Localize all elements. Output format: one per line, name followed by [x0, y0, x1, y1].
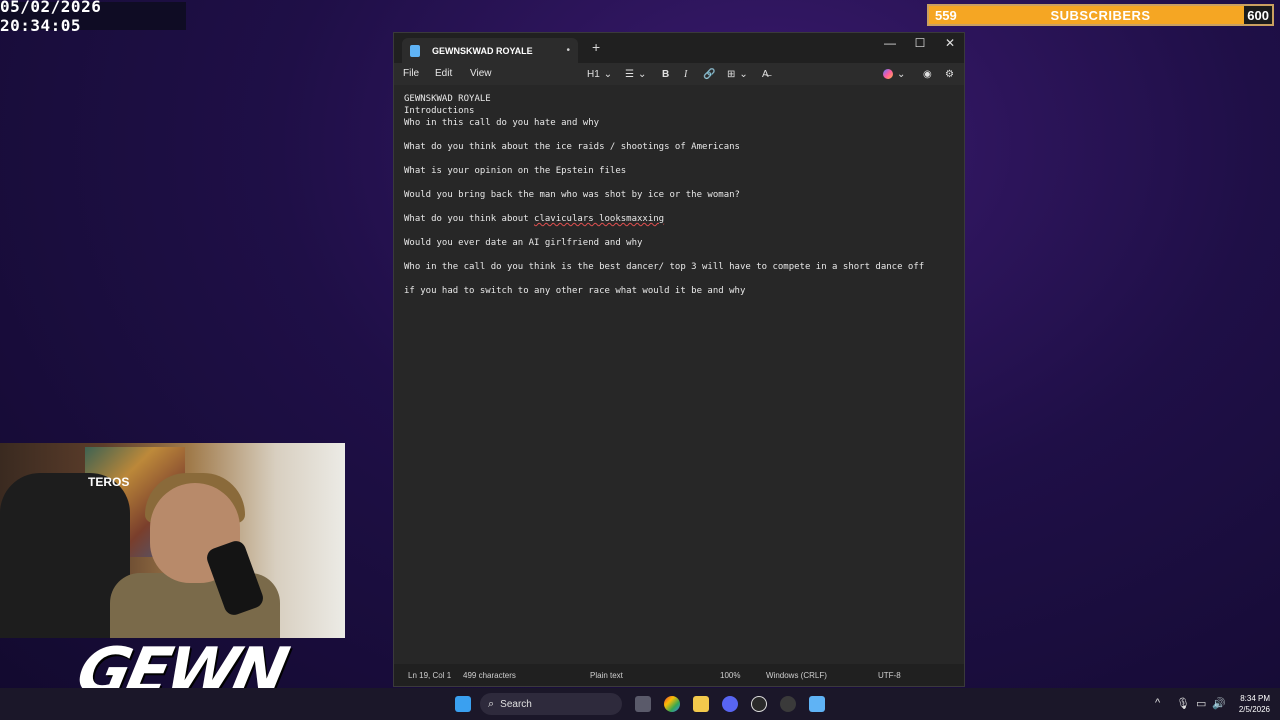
zoom-level[interactable]: 100% [720, 671, 740, 680]
editor-line: Who in this call do you hate and why [404, 118, 600, 128]
file-explorer-icon[interactable] [693, 696, 709, 712]
chevron-down-icon: ⌄ [603, 68, 613, 80]
stream-clock-overlay: 05/02/2026 20:34:05 [0, 0, 186, 35]
new-tab-button[interactable]: + [592, 39, 600, 55]
editor-line: if you had to switch to any other race w… [404, 286, 746, 296]
taskbar: ⌕ Search ^ 🎙 ▭ 🔊 8:34 PM 2/5/2026 [0, 688, 1280, 720]
editor-line: Would you bring back the man who was sho… [404, 190, 740, 200]
system-clock[interactable]: 8:34 PM 2/5/2026 [1239, 693, 1270, 715]
chevron-down-icon: ⌄ [637, 68, 647, 80]
menu-edit[interactable]: Edit [435, 68, 452, 79]
app-icon[interactable] [780, 696, 796, 712]
task-view-icon[interactable] [635, 696, 651, 712]
copilot-dropdown[interactable]: ⌄ [883, 66, 905, 82]
taskbar-search[interactable]: ⌕ Search [480, 693, 622, 715]
chair-logo: TEROS [88, 475, 130, 489]
microphone-icon[interactable]: 🎙 [1176, 697, 1190, 710]
italic-button[interactable]: I [684, 66, 687, 82]
editor-line: Would you ever date an AI girlfriend and… [404, 238, 643, 248]
discord-icon[interactable] [722, 696, 738, 712]
line-ending[interactable]: Windows (CRLF) [766, 671, 827, 680]
unsaved-indicator: • [566, 45, 570, 56]
status-bar: Ln 19, Col 1 499 characters Plain text 1… [394, 664, 964, 686]
editor-line: Introductions [404, 106, 475, 116]
heading-label: H1 [587, 68, 600, 80]
copilot-icon [883, 69, 893, 79]
subscriber-count: 559 [935, 7, 957, 23]
title-bar: GEWNSKWAD ROYALE • + — ☐ ✕ [394, 33, 964, 63]
encoding[interactable]: UTF-8 [878, 671, 901, 680]
text-editor[interactable]: GEWNSKWAD ROYALE Introductions Who in th… [404, 93, 954, 297]
subscriber-goal: 600 [1244, 6, 1272, 24]
editor-line: Who in the call do you think is the best… [404, 262, 925, 272]
tab-document[interactable]: GEWNSKWAD ROYALE • [402, 38, 578, 63]
system-time: 8:34 PM [1240, 694, 1270, 703]
character-count: 499 characters [463, 671, 516, 680]
tray-chevron-icon[interactable]: ^ [1155, 697, 1160, 709]
maximize-button[interactable]: ☐ [905, 33, 935, 53]
chrome-icon[interactable] [664, 696, 680, 712]
settings-gear-icon[interactable]: ⚙ [945, 66, 954, 82]
editor-line-prefix: What do you think about [404, 214, 535, 224]
editor-line: What do you think about the ice raids / … [404, 142, 740, 152]
webcam-feed: TEROS [0, 443, 345, 638]
menu-view[interactable]: View [470, 68, 492, 79]
editor-line: GEWNSKWAD ROYALE [404, 94, 491, 104]
misspelled-text: claviculars looksmaxxing [534, 214, 665, 224]
list-icon: ☰ [625, 68, 634, 80]
display-icon[interactable]: ▭ [1196, 697, 1206, 710]
notepad-icon [410, 44, 420, 57]
tab-title: GEWNSKWAD ROYALE [432, 45, 533, 56]
link-icon[interactable]: 🔗 [703, 66, 715, 82]
clock-app-icon[interactable] [751, 696, 767, 712]
close-button[interactable]: ✕ [935, 33, 965, 53]
notepad-window: GEWNSKWAD ROYALE • + — ☐ ✕ File Edit Vie… [393, 32, 965, 687]
notepad-taskbar-icon[interactable] [809, 696, 825, 712]
table-icon: ⊞ [727, 68, 736, 80]
volume-icon[interactable]: 🔊 [1212, 697, 1226, 710]
table-dropdown[interactable]: ⊞ ⌄ [727, 66, 748, 82]
chevron-down-icon: ⌄ [897, 68, 906, 80]
list-dropdown[interactable]: ☰ ⌄ [625, 66, 646, 82]
bold-button[interactable]: B [662, 66, 669, 82]
chevron-down-icon: ⌄ [739, 68, 748, 80]
search-label: Search [500, 698, 532, 710]
minimize-button[interactable]: — [875, 33, 905, 53]
subscriber-goal-bar: 559 SUBSCRIBERS 600 [927, 4, 1274, 26]
windows-start-icon[interactable] [455, 696, 471, 712]
heading-dropdown[interactable]: H1 ⌄ [587, 66, 612, 82]
search-icon: ⌕ [488, 697, 495, 710]
system-date: 2/5/2026 [1238, 705, 1270, 714]
format-status[interactable]: Plain text [590, 671, 623, 680]
editor-line: What is your opinion on the Epstein file… [404, 166, 627, 176]
subscriber-label: SUBSCRIBERS [1050, 7, 1151, 23]
menu-file[interactable]: File [403, 68, 419, 79]
clear-formatting-icon[interactable]: A̶ [762, 66, 769, 82]
account-icon[interactable]: ◉ [923, 66, 932, 82]
editor-line: What do you think about claviculars look… [404, 213, 954, 225]
cursor-position: Ln 19, Col 1 [408, 671, 452, 680]
menu-bar: File Edit View H1 ⌄ ☰ ⌄ B I 🔗 ⊞ ⌄ A̶ ⌄ ◉… [394, 63, 964, 85]
